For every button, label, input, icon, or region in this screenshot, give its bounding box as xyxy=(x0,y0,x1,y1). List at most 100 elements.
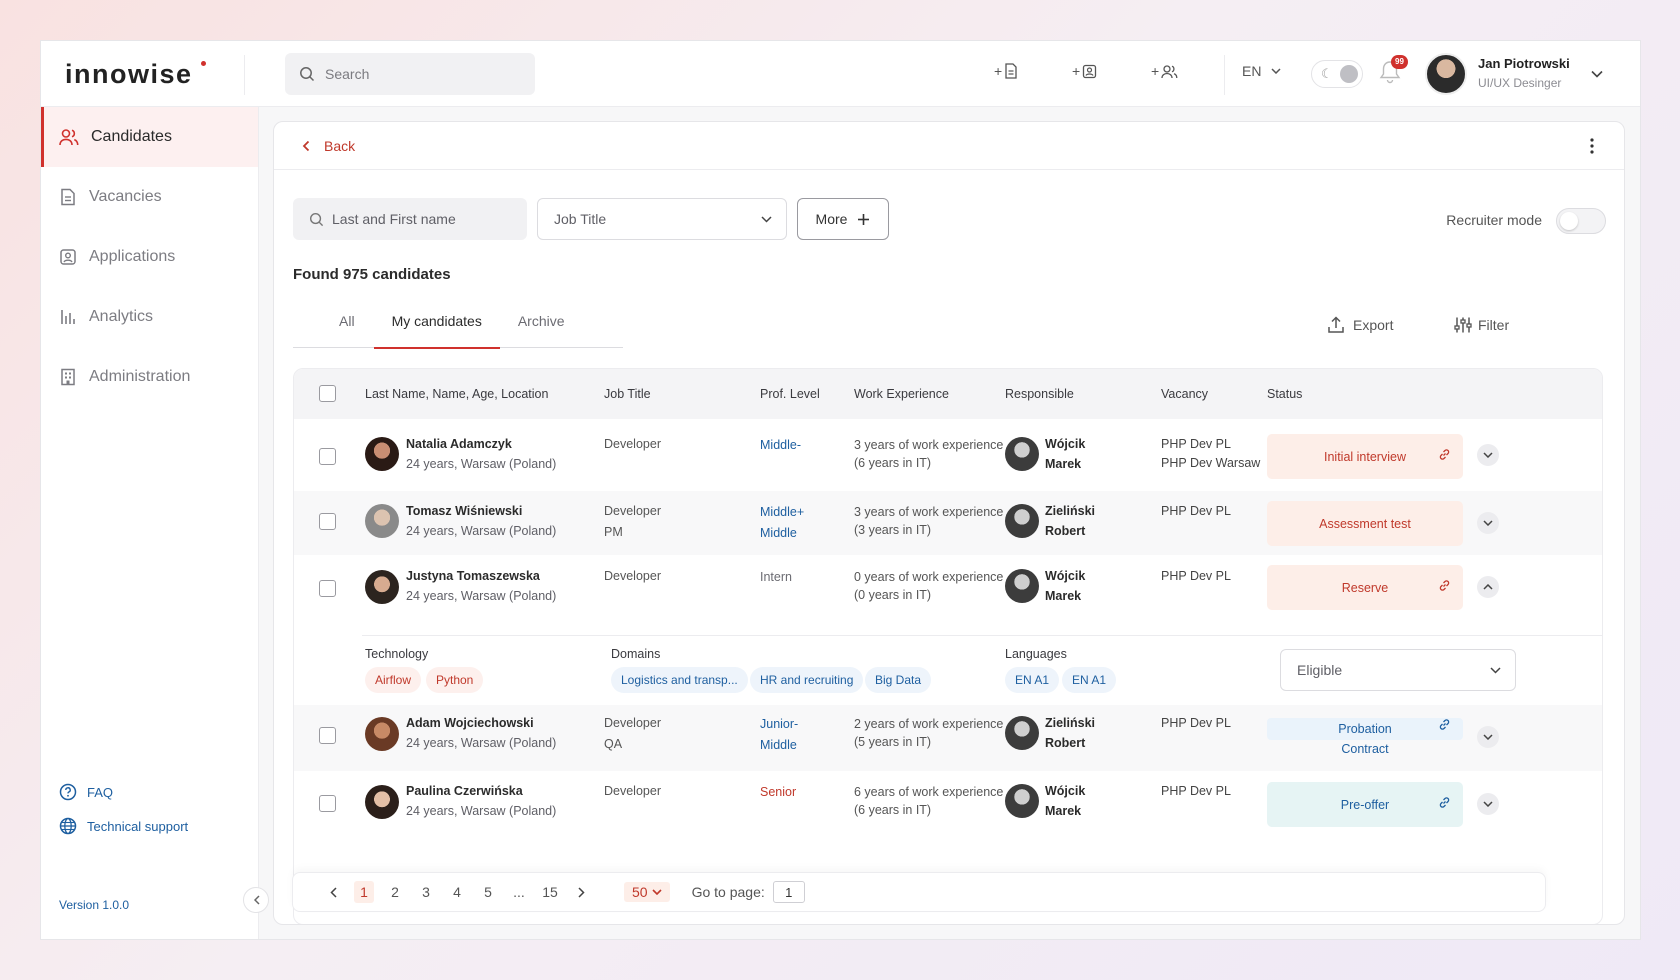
tab-archive[interactable]: Archive xyxy=(500,294,583,348)
link-icon[interactable] xyxy=(1438,796,1451,809)
expand-row-button[interactable] xyxy=(1477,793,1499,815)
sidebar-item-applications[interactable]: Applications xyxy=(41,227,258,287)
candidate-name[interactable]: Tomasz Wiśniewski xyxy=(406,504,522,518)
row-checkbox[interactable] xyxy=(319,795,336,812)
link-icon[interactable] xyxy=(1438,718,1451,731)
name-filter[interactable] xyxy=(293,198,527,240)
add-candidates-button[interactable]: + xyxy=(1151,63,1178,79)
go-to-page-input[interactable] xyxy=(772,881,805,903)
link-icon[interactable] xyxy=(1438,448,1451,461)
row-checkbox[interactable] xyxy=(319,580,336,597)
add-document-button[interactable]: + xyxy=(994,63,1018,79)
recruiter-mode-toggle[interactable] xyxy=(1556,208,1606,234)
export-label: Export xyxy=(1353,317,1394,333)
global-search[interactable] xyxy=(285,53,535,95)
page-button[interactable]: 2 xyxy=(385,881,405,903)
column-header-status[interactable]: Status xyxy=(1267,387,1302,401)
status-label: Pre-offer xyxy=(1340,797,1390,812)
job-title-secondary: QA xyxy=(604,737,623,751)
tab-my-candidates[interactable]: My candidates xyxy=(373,294,501,349)
responsible-last-name: Wójcik xyxy=(1045,437,1086,451)
toggle-knob xyxy=(1340,65,1358,83)
expand-row-button[interactable] xyxy=(1477,444,1499,466)
back-button[interactable]: Back xyxy=(302,138,355,154)
vacancy[interactable]: PHP Dev PL PHP Dev Warsaw xyxy=(1161,435,1260,473)
status-badge[interactable]: Initial interview xyxy=(1267,434,1463,479)
sidebar-item-vacancies[interactable]: Vacancies xyxy=(41,167,258,227)
sidebar-item-administration[interactable]: Administration xyxy=(41,347,258,407)
technical-support-link[interactable]: Technical support xyxy=(59,817,188,835)
user-avatar[interactable] xyxy=(1425,53,1467,95)
page-button[interactable]: 3 xyxy=(416,881,436,903)
candidate-name[interactable]: Paulina Czerwińska xyxy=(406,784,523,798)
more-filters-button[interactable]: More xyxy=(797,198,889,240)
add-application-button[interactable]: + xyxy=(1072,63,1097,79)
column-header-work-experience[interactable]: Work Experience xyxy=(854,387,949,401)
language-chip: EN A1 xyxy=(1062,667,1117,693)
table-row[interactable]: Justyna Tomaszewska 24 years, Warsaw (Po… xyxy=(294,555,1602,635)
vacancy[interactable]: PHP Dev PL xyxy=(1161,567,1231,586)
prof-level: Middle- xyxy=(760,438,801,452)
status-badge[interactable]: Assessment test xyxy=(1267,501,1463,546)
page-button[interactable]: 5 xyxy=(478,881,498,903)
status-badge[interactable]: Probation Contract xyxy=(1267,713,1463,761)
faq-link[interactable]: FAQ xyxy=(59,783,113,801)
theme-toggle[interactable]: ☾ xyxy=(1311,60,1363,88)
page-button[interactable]: 4 xyxy=(447,881,467,903)
page-size-select[interactable]: 50 xyxy=(624,882,670,902)
question-circle-icon xyxy=(59,783,77,801)
link-icon[interactable] xyxy=(1438,579,1451,592)
name-filter-input[interactable] xyxy=(332,211,522,227)
chevron-right-icon xyxy=(577,886,585,898)
expand-row-button[interactable] xyxy=(1477,512,1499,534)
table-row[interactable]: Natalia Adamczyk 24 years, Warsaw (Polan… xyxy=(294,419,1602,491)
more-options-button[interactable] xyxy=(1590,138,1594,159)
row-checkbox[interactable] xyxy=(319,513,336,530)
table-row[interactable]: Paulina Czerwińska 24 years, Warsaw (Pol… xyxy=(294,771,1602,841)
job-title-primary: Developer xyxy=(604,716,661,730)
candidate-name[interactable]: Natalia Adamczyk xyxy=(406,437,512,451)
language-select[interactable]: EN xyxy=(1242,63,1281,79)
candidate-name[interactable]: Adam Wojciechowski xyxy=(406,716,534,730)
status-badge[interactable]: Reserve xyxy=(1267,565,1463,610)
select-all-checkbox[interactable] xyxy=(319,385,336,402)
sidebar-item-candidates[interactable]: Candidates xyxy=(41,107,258,167)
column-header-candidate[interactable]: Last Name, Name, Age, Location xyxy=(365,387,548,401)
document-icon xyxy=(61,188,75,206)
column-header-job-title[interactable]: Job Title xyxy=(604,387,651,401)
work-experience-years: 6 years of work experience xyxy=(854,785,1004,799)
row-checkbox[interactable] xyxy=(319,448,336,465)
export-button[interactable]: Export xyxy=(1327,316,1393,334)
vacancy[interactable]: PHP Dev PL xyxy=(1161,714,1231,733)
plus-icon: + xyxy=(994,63,1003,79)
vacancy-name: PHP Dev PL xyxy=(1161,716,1231,730)
responsible-last-name: Zieliński xyxy=(1045,504,1096,518)
prof-level: Junior- Middle xyxy=(760,714,798,756)
candidate-name[interactable]: Justyna Tomaszewska xyxy=(406,569,540,583)
filter-button[interactable]: Filter xyxy=(1454,316,1509,334)
tab-all[interactable]: All xyxy=(293,294,374,348)
column-header-responsible[interactable]: Responsible xyxy=(1005,387,1074,401)
previous-page-button[interactable] xyxy=(323,881,343,903)
column-header-prof-level[interactable]: Prof. Level xyxy=(760,387,820,401)
vacancy[interactable]: PHP Dev PL xyxy=(1161,502,1231,521)
collapse-row-button[interactable] xyxy=(1477,576,1499,598)
expand-row-button[interactable] xyxy=(1477,726,1499,748)
user-menu-button[interactable] xyxy=(1591,65,1603,83)
page-button[interactable]: 1 xyxy=(354,881,374,903)
sidebar-item-analytics[interactable]: Analytics xyxy=(41,287,258,347)
row-checkbox[interactable] xyxy=(319,727,336,744)
next-page-button[interactable] xyxy=(571,881,591,903)
search-input[interactable] xyxy=(325,66,505,82)
table-row[interactable]: Tomasz Wiśniewski 24 years, Warsaw (Pola… xyxy=(294,491,1602,555)
vacancy[interactable]: PHP Dev PL xyxy=(1161,782,1231,801)
responsible-avatar xyxy=(1005,716,1039,750)
column-header-vacancy[interactable]: Vacancy xyxy=(1161,387,1208,401)
sidebar: Candidates Vacancies Applications Analyt… xyxy=(41,107,259,939)
page-button[interactable]: 15 xyxy=(540,881,560,903)
table-row[interactable]: Adam Wojciechowski 24 years, Warsaw (Pol… xyxy=(294,705,1602,771)
job-title-select[interactable]: Job Title xyxy=(537,198,787,240)
collapse-sidebar-button[interactable] xyxy=(243,887,269,913)
eligibility-select[interactable]: Eligible xyxy=(1280,649,1516,691)
status-badge[interactable]: Pre-offer xyxy=(1267,782,1463,827)
